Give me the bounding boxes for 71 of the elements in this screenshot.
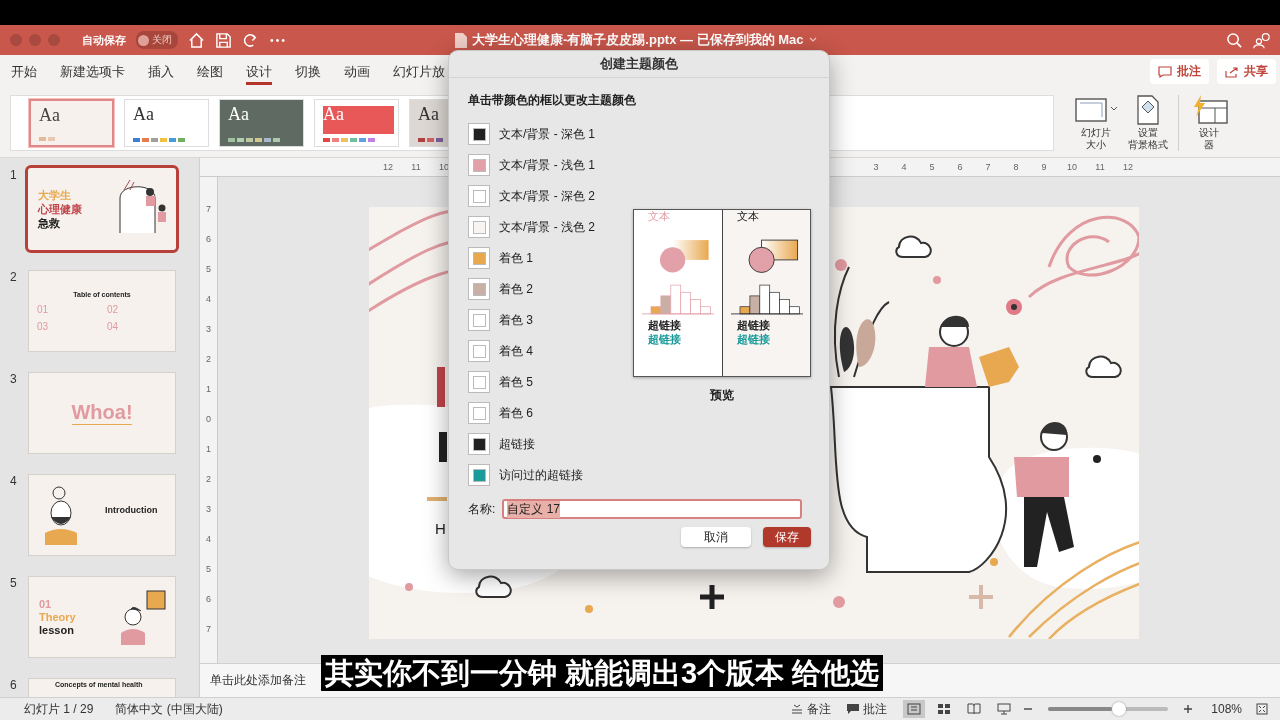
slide-title: Introduction	[105, 505, 158, 515]
ruler-number: 12	[382, 162, 394, 172]
ruler-number: 2	[206, 473, 211, 485]
instruction-text: 单击带颜色的框以更改主题颜色	[468, 92, 637, 109]
slide-title: 大学生	[38, 188, 72, 202]
preview-hyperlink: 超链接	[648, 318, 682, 332]
ruler-number: 1	[206, 443, 211, 455]
slide-number: 6	[9, 678, 18, 692]
preview-visited-hyperlink: 超链接	[736, 332, 771, 346]
slide-number: 1	[9, 168, 18, 182]
slide-number: 2	[9, 270, 18, 284]
slide-title: lesson	[39, 623, 75, 637]
ruler-number: 3	[872, 162, 880, 172]
slide-number: 5	[9, 576, 18, 590]
section-number: 03	[37, 320, 50, 332]
ruler-number: 6	[956, 162, 964, 172]
ruler-number: 6	[206, 233, 211, 245]
ruler-number: 11	[410, 162, 422, 172]
ruler-number: 10	[1066, 162, 1078, 172]
color-label: 文本/背景 - 浅色 2	[499, 218, 595, 236]
color-label: 着色 4	[499, 342, 533, 360]
ruler-number: 5	[206, 563, 211, 575]
ruler-number: 11	[1094, 162, 1106, 172]
section-number: 02	[107, 303, 120, 315]
ruler-number: 9	[1040, 162, 1048, 172]
color-label: 着色 3	[499, 311, 533, 329]
ruler-number: 3	[206, 503, 211, 515]
slide-number: 4	[9, 474, 18, 488]
ruler-number: 6	[206, 593, 211, 605]
slide-title: Theory	[39, 610, 76, 624]
slide-title: 急救	[38, 216, 61, 230]
ruler-number: 2	[206, 353, 211, 365]
slide-counter: 幻灯片 1 / 29	[24, 700, 94, 718]
color-label: 文本/背景 - 深色 2	[499, 187, 595, 205]
color-label: 文本/背景 - 深色 1	[499, 125, 595, 143]
preview-label: 预览	[710, 387, 734, 404]
ruler-number: 5	[206, 263, 211, 275]
ruler-number: 4	[206, 533, 211, 545]
preview-text: 文本	[736, 210, 760, 222]
ruler-number: 7	[206, 623, 211, 635]
ruler-number: 1	[206, 383, 211, 395]
color-label: 着色 6	[499, 404, 533, 422]
color-label: 着色 2	[499, 280, 533, 298]
autosave-label: 自动保存	[82, 32, 126, 48]
ruler-number: 4	[206, 293, 211, 305]
section-number: 01	[39, 597, 53, 611]
ruler-number: 0	[206, 413, 211, 425]
color-label: 着色 5	[499, 373, 533, 391]
color-label: 文本/背景 - 浅色 1	[499, 156, 595, 174]
preview-text: 文本	[648, 210, 671, 222]
ruler-number: 7	[206, 203, 211, 215]
name-label: 名称:	[468, 500, 496, 518]
color-label: 着色 1	[499, 249, 533, 267]
slide-subtitle: H	[435, 520, 446, 537]
ruler-number: 12	[1122, 162, 1134, 172]
dialog-title: 创建主题颜色	[449, 51, 829, 78]
ruler-number: 4	[900, 162, 908, 172]
video-subtitle: 其实你不到一分钟 就能调出3个版本 给他选	[321, 655, 884, 691]
section-number: 04	[107, 320, 120, 332]
section-number: 01	[37, 303, 50, 315]
color-label: 超链接	[499, 435, 535, 453]
preview-hyperlink: 超链接	[736, 318, 771, 332]
ruler-number: 8	[1012, 162, 1020, 172]
preview-visited-hyperlink: 超链接	[648, 332, 682, 346]
color-label: 访问过的超链接	[499, 466, 583, 484]
ruler-number: 7	[984, 162, 992, 172]
ruler-number: 5	[928, 162, 936, 172]
slide-number: 3	[9, 372, 18, 386]
ruler-number: 3	[206, 323, 211, 335]
slide-title: Whoa!	[71, 401, 133, 424]
slide-title: 心理健康	[38, 202, 82, 216]
